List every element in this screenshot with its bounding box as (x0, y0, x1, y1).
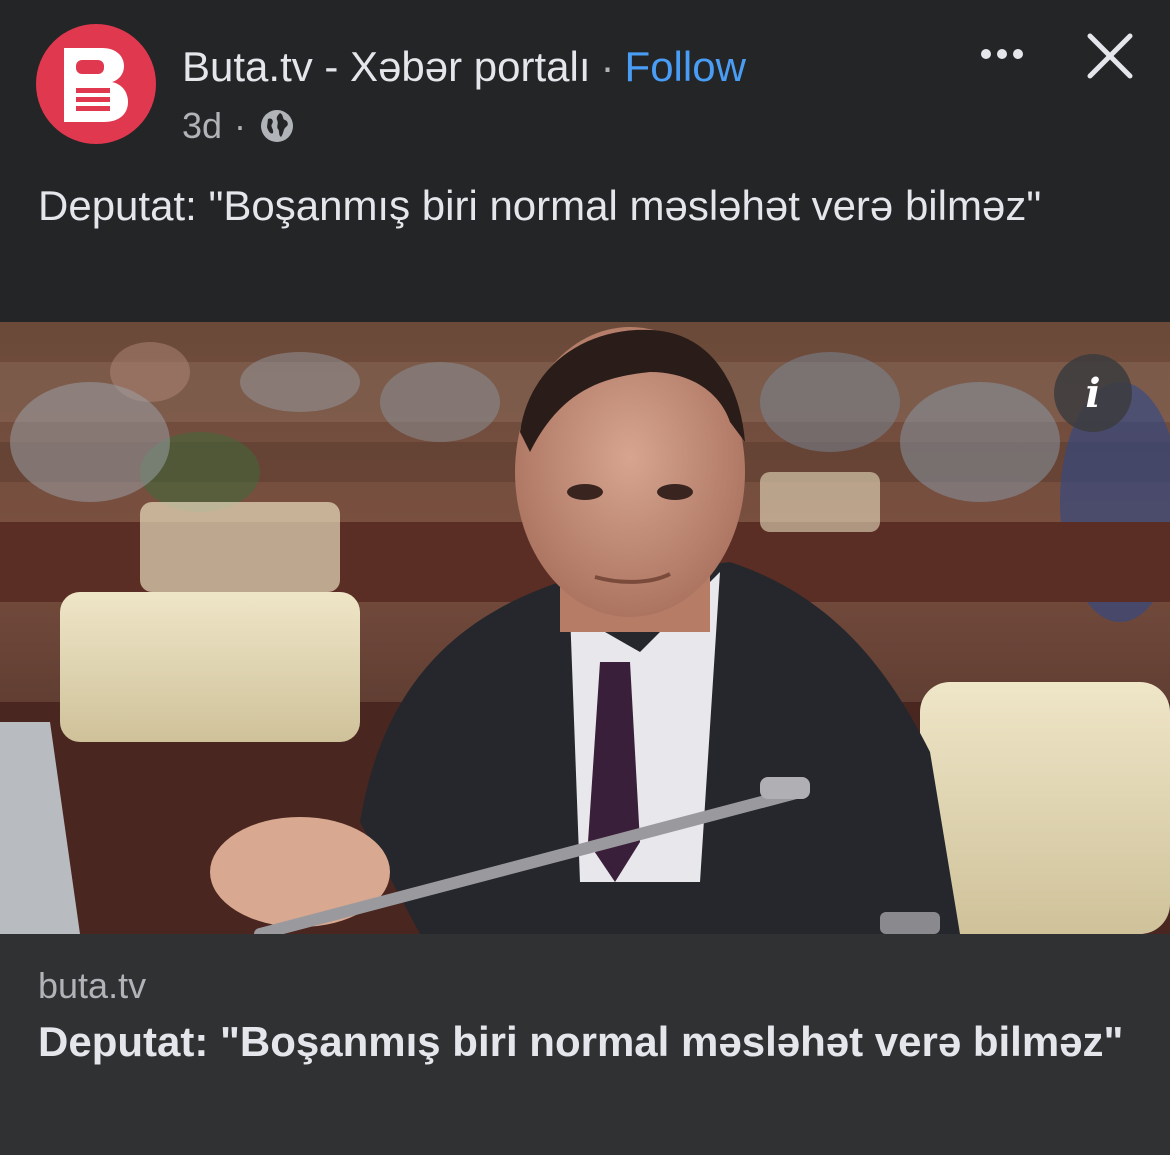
post-meta: 3d · (182, 104, 296, 148)
info-button[interactable]: i (1054, 354, 1132, 432)
buta-logo-icon (64, 48, 128, 122)
link-title: Deputat: "Boşanmış biri normal məsləhət … (38, 1018, 1124, 1065)
post-author-line: Buta.tv - Xəbər portalı · Follow (182, 42, 746, 92)
close-icon[interactable] (1084, 30, 1136, 82)
link-preview-card[interactable]: buta.tv Deputat: "Boşanmış biri normal m… (0, 934, 1170, 1155)
info-icon: i (1085, 369, 1101, 417)
post-age[interactable]: 3d (182, 104, 222, 148)
page-name[interactable]: Buta.tv - Xəbər portalı (182, 43, 591, 90)
page-avatar[interactable] (36, 24, 156, 144)
photo-illustration (0, 322, 1170, 934)
more-dots-icon (981, 49, 991, 59)
post-photo[interactable] (0, 322, 1170, 934)
more-dot (997, 49, 1007, 59)
name-separator: · (600, 43, 615, 90)
more-dot (1013, 49, 1023, 59)
globe-icon (261, 110, 294, 142)
link-domain: buta.tv (38, 965, 147, 1006)
post-text: Deputat: "Boşanmış biri normal məsləhət … (38, 182, 1042, 229)
more-options-button[interactable] (972, 34, 1032, 74)
meta-separator: · (234, 105, 247, 146)
follow-button[interactable]: Follow (625, 43, 746, 90)
post-header: Buta.tv - Xəbər portalı · Follow 3d · Depu… (0, 0, 1170, 320)
